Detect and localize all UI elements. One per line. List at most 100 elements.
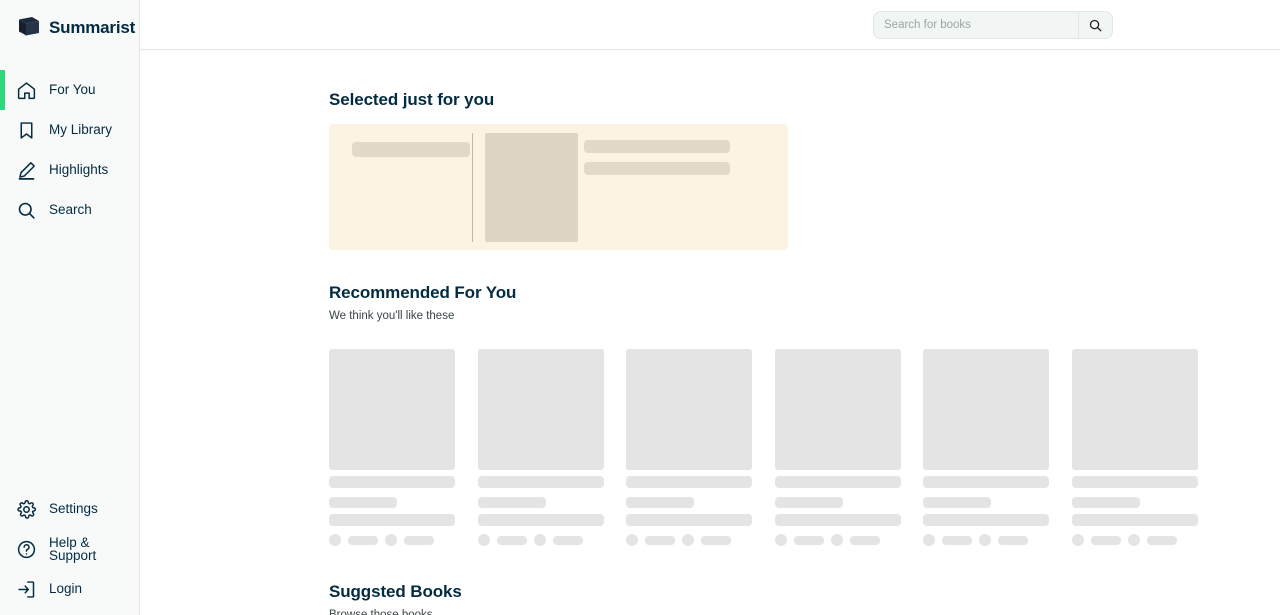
skeleton-meta-row [774, 534, 901, 546]
skeleton-book-cover [477, 349, 604, 470]
skeleton-avatar [626, 534, 638, 546]
skeleton-bar [626, 476, 752, 488]
skeleton-bar [552, 535, 583, 545]
gear-icon [16, 499, 37, 520]
sidebar-item-label: Search [49, 202, 92, 218]
skeleton-bar [774, 476, 901, 488]
sidebar-item-help-and-support[interactable]: Help & Support [0, 529, 140, 569]
sidebar-nav-secondary: Settings Help & Support Login [0, 489, 140, 609]
book-card-skeleton[interactable] [923, 349, 1049, 546]
selected-section-title: Selected just for you [329, 90, 495, 109]
active-indicator [0, 190, 5, 230]
skeleton-meta-row [329, 534, 455, 546]
sidebar-item-settings[interactable]: Settings [0, 489, 140, 529]
skeleton-avatar [682, 534, 694, 546]
skeleton-bar [1146, 535, 1177, 545]
skeleton-avatar [1127, 534, 1140, 546]
suggested-section-title: Suggsted Books [329, 582, 462, 601]
skeleton-avatar [830, 534, 843, 546]
skeleton-bar [584, 140, 730, 153]
skeleton-bar [329, 497, 397, 508]
book-card-skeleton[interactable] [477, 349, 604, 546]
selected-book-card-skeleton[interactable] [329, 124, 788, 250]
sidebar-item-label: Help & Support [49, 534, 97, 563]
skeleton-bar [1071, 497, 1140, 508]
sidebar-item-search[interactable]: Search [0, 190, 139, 230]
skeleton-bar [1071, 476, 1198, 488]
skeleton-bar [774, 514, 901, 526]
skeleton-bar [404, 535, 434, 545]
sidebar-item-label: Settings [49, 501, 98, 517]
brand-logo[interactable]: Summarist [0, 0, 139, 56]
sidebar-item-label: Login [49, 581, 83, 597]
book-card-skeleton[interactable] [1071, 349, 1198, 546]
skeleton-avatar [385, 534, 397, 546]
home-icon [16, 80, 37, 101]
skeleton-avatar [774, 534, 787, 546]
skeleton-bar [496, 535, 527, 545]
login-icon [16, 579, 37, 600]
skeleton-book-cover [329, 349, 455, 470]
search-icon [16, 200, 37, 221]
recommended-books-carousel[interactable] [329, 349, 1280, 549]
sidebar-nav-primary: For You My Library Highlights Search [0, 70, 139, 230]
book-icon [16, 15, 42, 41]
skeleton-bar [584, 162, 730, 175]
skeleton-book-cover [626, 349, 752, 470]
sidebar-item-highlights[interactable]: Highlights [0, 150, 139, 190]
active-indicator [0, 529, 5, 569]
skeleton-bar [774, 497, 843, 508]
skeleton-bar [477, 497, 546, 508]
search-bar[interactable] [873, 11, 1113, 39]
sidebar: Summarist For You My Library Highlights … [0, 0, 140, 615]
app-root: Summarist For You My Library Highlights … [0, 0, 1280, 615]
vertical-divider [472, 133, 473, 242]
book-card-skeleton[interactable] [626, 349, 752, 546]
content-column: Selected just for you Recommended For Yo… [329, 50, 1280, 615]
sidebar-item-login[interactable]: Login [0, 569, 140, 609]
sidebar-item-label: My Library [49, 122, 113, 138]
active-indicator [0, 489, 5, 529]
skeleton-book-cover [1071, 349, 1198, 470]
skeleton-avatar [1071, 534, 1084, 546]
skeleton-bar [793, 535, 824, 545]
skeleton-bar [923, 476, 1049, 488]
skeleton-bar [998, 535, 1028, 545]
skeleton-avatar [477, 534, 490, 546]
skeleton-bar [942, 535, 972, 545]
search-input[interactable] [874, 12, 1078, 38]
skeleton-meta-row [626, 534, 752, 546]
skeleton-avatar [923, 534, 935, 546]
sidebar-item-for-you[interactable]: For You [0, 70, 139, 110]
skeleton-meta-row [1071, 534, 1198, 546]
question-mark-icon [16, 539, 37, 560]
suggested-section-subtitle: Browse those books [329, 609, 433, 615]
recommended-section-title: Recommended For You [329, 283, 517, 302]
skeleton-avatar [329, 534, 341, 546]
skeleton-bar [329, 476, 455, 488]
pen-icon [16, 160, 37, 181]
active-indicator [0, 110, 5, 150]
skeleton-book-cover [923, 349, 1049, 470]
bookmark-icon [16, 120, 37, 141]
active-indicator [0, 569, 5, 609]
search-icon [1088, 18, 1103, 33]
skeleton-bar [348, 535, 378, 545]
skeleton-meta-row [923, 534, 1049, 546]
skeleton-bar [329, 514, 455, 526]
top-header [140, 0, 1280, 50]
brand-name: Summarist [49, 18, 136, 37]
skeleton-bar [352, 142, 470, 157]
book-card-skeleton[interactable] [774, 349, 901, 546]
sidebar-item-label: For You [49, 82, 96, 98]
active-indicator [0, 70, 5, 110]
skeleton-bar [1071, 514, 1198, 526]
search-submit-button[interactable] [1078, 12, 1112, 38]
sidebar-item-my-library[interactable]: My Library [0, 110, 139, 150]
skeleton-book-cover [774, 349, 901, 470]
book-card-skeleton[interactable] [329, 349, 455, 546]
sidebar-item-label: Highlights [49, 162, 109, 178]
skeleton-book-cover [485, 133, 578, 242]
skeleton-meta-row [477, 534, 604, 546]
skeleton-avatar [979, 534, 991, 546]
